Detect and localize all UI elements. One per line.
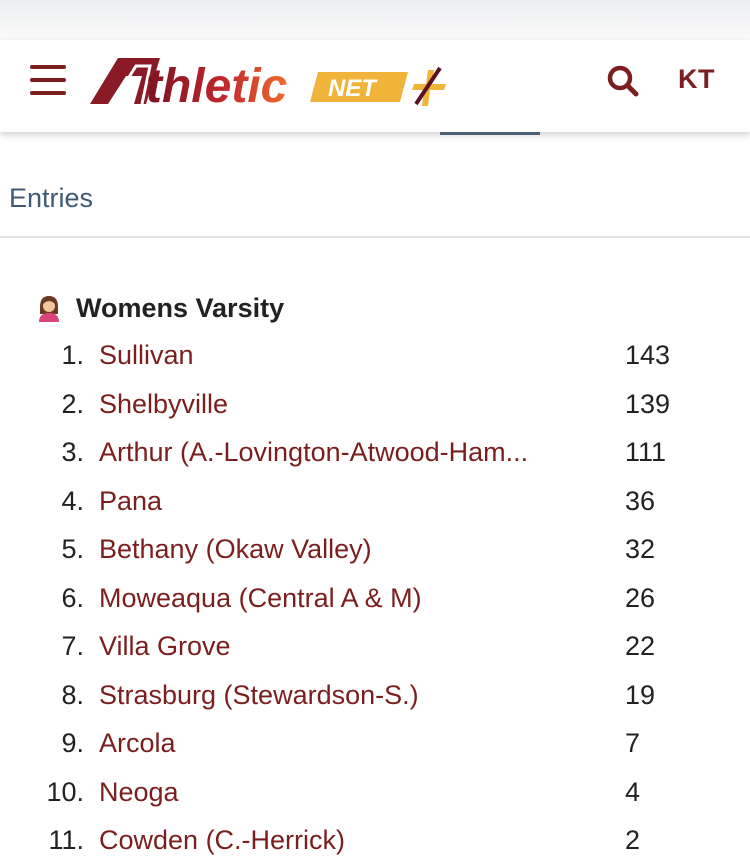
team-score: 19 [625, 679, 656, 710]
standings-row: 1. Sullivan 143 [0, 331, 750, 380]
athletic-net-logo[interactable]: thletic NET [90, 54, 460, 114]
standings-row: 10. Neoga 4 [0, 768, 750, 817]
entries-link[interactable]: Entries [9, 183, 93, 214]
standings-row: 2. Shelbyville 139 [0, 380, 750, 429]
standings-row: 6. Moweaqua (Central A & M) 26 [0, 574, 750, 623]
standings-row: 3. Arthur (A.-Lovington-Atwood-Ham... 111 [0, 428, 750, 477]
divider [0, 236, 750, 238]
standings-row: 4. Pana 36 [0, 477, 750, 526]
woman-emoji-icon [39, 296, 59, 322]
team-score: 36 [625, 485, 656, 516]
standings-row: 9. Arcola 7 [0, 719, 750, 768]
standings-row: 11. Cowden (C.-Herrick) 2 [0, 816, 750, 865]
rank-number: 1. [61, 340, 84, 370]
app-header: thletic NET KT [0, 40, 750, 132]
rank-number: 3. [61, 437, 84, 467]
team-score: 7 [625, 728, 641, 758]
standings-row: 7. Villa Grove 22 [0, 622, 750, 671]
team-score: 143 [625, 340, 671, 370]
section-heading: Womens Varsity [36, 290, 284, 326]
status-bar-area [0, 0, 750, 40]
team-score: 32 [625, 534, 656, 564]
team-score: 26 [625, 582, 656, 613]
hamburger-menu-icon[interactable] [30, 65, 66, 95]
team-link[interactable]: Arcola [99, 719, 599, 768]
team-link[interactable]: Sullivan [99, 331, 599, 380]
section-title: Womens Varsity [76, 292, 285, 323]
team-link[interactable]: Bethany (Okaw Valley) [99, 525, 599, 574]
team-standings-list: 1. Sullivan 143 2. Shelbyville 139 3. Arthur (A… [0, 331, 750, 865]
team-link[interactable]: Arthur (A.-Lovington-Atwood-Ham... [99, 428, 599, 477]
svg-text:thletic: thletic [146, 60, 287, 113]
rank-number: 2. [61, 388, 84, 419]
rank-number: 7. [61, 631, 84, 661]
team-link[interactable]: Cowden (C.-Herrick) [99, 816, 599, 865]
user-avatar-initials[interactable]: KT [678, 64, 715, 95]
team-link[interactable]: Strasburg (Stewardson-S.) [99, 671, 599, 720]
rank-number: 8. [61, 679, 84, 710]
rank-number: 9. [61, 728, 84, 758]
team-score: 139 [625, 388, 671, 419]
team-link[interactable]: Pana [99, 477, 599, 526]
rank-number: 11. [48, 825, 84, 855]
team-score: 4 [625, 776, 641, 807]
team-link[interactable]: Villa Grove [99, 622, 599, 671]
team-score: 2 [625, 825, 641, 855]
rank-number: 4. [61, 485, 84, 516]
team-score: 22 [625, 631, 656, 661]
rank-number: 10. [46, 776, 84, 807]
standings-row: 8. Strasburg (Stewardson-S.) 19 [0, 671, 750, 720]
standings-row: 5. Bethany (Okaw Valley) 32 [0, 525, 750, 574]
active-tab-indicator [440, 132, 540, 135]
team-link[interactable]: Neoga [99, 768, 599, 817]
team-link[interactable]: Shelbyville [99, 380, 599, 429]
rank-number: 5. [61, 534, 84, 564]
team-link[interactable]: Moweaqua (Central A & M) [99, 574, 599, 623]
team-score: 111 [625, 437, 667, 467]
svg-text:NET: NET [328, 75, 378, 102]
search-icon[interactable] [606, 64, 640, 98]
rank-number: 6. [61, 582, 84, 613]
